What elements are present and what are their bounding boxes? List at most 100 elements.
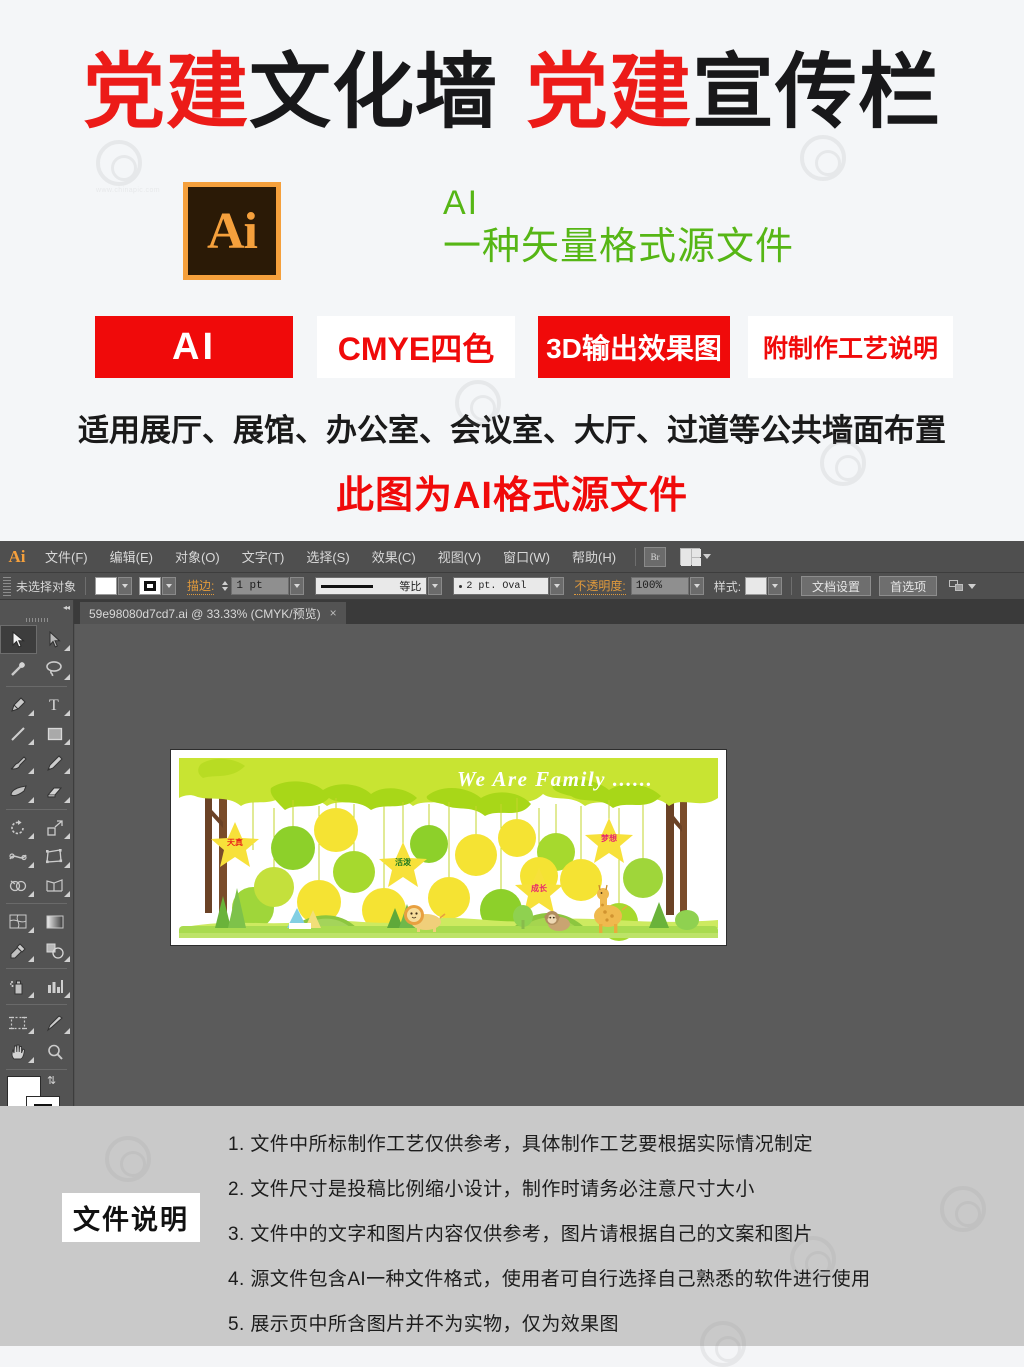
opacity-dropdown[interactable]	[689, 577, 704, 595]
star-label-4: 梦想	[600, 833, 617, 843]
shape-builder-tool[interactable]	[0, 871, 37, 900]
line-segment-tool[interactable]	[0, 719, 37, 748]
fill-dropdown[interactable]	[118, 577, 133, 595]
selection-tool[interactable]	[0, 625, 37, 654]
opacity-label[interactable]: 不透明度:	[574, 577, 626, 595]
stroke-profile-select[interactable]: 等比	[315, 577, 428, 595]
document-setup-button[interactable]: 文档设置	[801, 576, 872, 596]
menu-type[interactable]: 文字(T)	[231, 541, 296, 573]
lasso-tool[interactable]	[37, 654, 74, 683]
file-notes-list: 1. 文件中所标制作工艺仅供参考，具体制作工艺要根据实际情况制定 2. 文件尺寸…	[228, 1122, 988, 1347]
mesh-tool[interactable]	[0, 907, 37, 936]
tools-group-symbols	[0, 972, 73, 1001]
note-item: 2. 文件尺寸是投稿比例缩小设计，制作时请务必注意尺寸大小	[228, 1179, 755, 1200]
menu-select[interactable]: 选择(S)	[295, 541, 360, 573]
opacity-input[interactable]: 100%	[630, 577, 689, 595]
tools-panel: ◂◂ T ⇅	[0, 600, 74, 1192]
arrange-documents-button[interactable]	[680, 548, 712, 566]
graphic-style-dropdown[interactable]	[768, 577, 783, 595]
artboard-tool[interactable]	[0, 1008, 37, 1037]
tools-panel-grip[interactable]	[0, 614, 73, 625]
badge-ai: AI	[95, 316, 293, 378]
eyedropper-tool[interactable]	[0, 936, 37, 965]
stroke-weight-stepper[interactable]	[219, 577, 230, 595]
promo-subtitle: 适用展厅、展馆、办公室、会议室、大厅、过道等公共墙面布置	[78, 413, 946, 448]
direct-selection-tool[interactable]	[37, 625, 74, 654]
column-graph-tool[interactable]	[37, 972, 74, 1001]
pen-tool[interactable]	[0, 690, 37, 719]
control-bar-grip[interactable]	[3, 576, 11, 596]
file-notes-section: 文件说明 1. 文件中所标制作工艺仅供参考，具体制作工艺要根据实际情况制定 2.…	[0, 1106, 1024, 1367]
document-tab[interactable]: 59e98080d7cd7.ai @ 33.33% (CMYK/预览) ×	[80, 602, 346, 624]
close-icon[interactable]: ×	[330, 606, 337, 620]
brush-definition-value: 2 pt. Oval	[466, 580, 527, 592]
tools-panel-collapse[interactable]: ◂◂	[0, 600, 73, 614]
tools-group-transform	[0, 813, 73, 900]
graphic-style-swatch[interactable]	[745, 577, 768, 595]
control-bar: 未选择对象 描边: 1 pt 等比 2 pt. Oval 不透明度: 100% …	[0, 573, 1024, 600]
perspective-grid-tool[interactable]	[37, 871, 74, 900]
eraser-tool[interactable]	[37, 777, 74, 806]
divider	[6, 809, 67, 810]
file-notes-label: 文件说明	[62, 1193, 200, 1242]
format-description-line2: 一种矢量格式源文件	[443, 226, 795, 268]
rectangle-tool[interactable]	[37, 719, 74, 748]
menu-window[interactable]: 窗口(W)	[492, 541, 561, 573]
brush-definition-select[interactable]: 2 pt. Oval	[453, 577, 550, 595]
menu-file[interactable]: 文件(F)	[34, 541, 99, 573]
tools-group-selection	[0, 625, 73, 683]
svg-text:T: T	[49, 697, 59, 713]
symbol-sprayer-tool[interactable]	[0, 972, 37, 1001]
menu-edit[interactable]: 编辑(E)	[99, 541, 164, 573]
app-logo-icon: Ai	[8, 546, 26, 566]
zoom-tool[interactable]	[37, 1037, 74, 1066]
stroke-weight-dropdown[interactable]	[290, 577, 305, 595]
bridge-button[interactable]: Br	[644, 546, 667, 567]
menu-view[interactable]: 视图(V)	[427, 541, 492, 573]
hand-tool[interactable]	[0, 1037, 37, 1066]
transform-panel-button[interactable]	[949, 579, 977, 593]
rotate-tool[interactable]	[0, 813, 37, 842]
width-tool[interactable]	[0, 842, 37, 871]
star-label-3: 成长	[531, 883, 548, 893]
blend-tool[interactable]	[37, 936, 74, 965]
stroke-weight-input[interactable]: 1 pt	[231, 577, 290, 595]
title-part-1: 党建	[82, 47, 249, 138]
fill-color-control[interactable]	[95, 577, 133, 595]
fill-swatch[interactable]	[95, 577, 118, 595]
stroke-weight-label[interactable]: 描边:	[187, 577, 215, 595]
swap-fill-stroke-icon[interactable]: ⇅	[47, 1074, 56, 1087]
blob-brush-tool[interactable]	[0, 777, 37, 806]
brush-definition-dropdown[interactable]	[550, 577, 565, 595]
transform-icon	[949, 579, 964, 593]
slice-tool[interactable]	[37, 1008, 74, 1037]
format-description: AI 一种矢量格式源文件	[443, 183, 794, 271]
tools-group-paint	[0, 907, 73, 965]
star-label-2: 活泼	[395, 857, 412, 867]
scale-tool[interactable]	[37, 813, 74, 842]
free-transform-tool[interactable]	[37, 842, 74, 871]
artboard[interactable]: We Are Family ...... 天真 活泼 成长 梦想	[171, 750, 726, 945]
gradient-tool[interactable]	[37, 907, 74, 936]
pencil-tool[interactable]	[37, 748, 74, 777]
stroke-swatch[interactable]	[139, 577, 162, 595]
stroke-dropdown[interactable]	[162, 577, 177, 595]
menu-object[interactable]: 对象(O)	[164, 541, 231, 573]
preferences-button[interactable]: 首选项	[879, 576, 938, 596]
type-tool[interactable]: T	[37, 690, 74, 719]
divider	[6, 903, 67, 904]
tools-group-view	[0, 1008, 73, 1066]
stroke-profile-dropdown[interactable]	[428, 577, 443, 595]
page-title: 党建文化墙 党建宣传栏	[0, 38, 1024, 148]
format-description-line1: AI	[443, 184, 480, 222]
title-part-4: 宣传栏	[692, 47, 942, 138]
menu-help[interactable]: 帮助(H)	[561, 541, 627, 573]
paintbrush-tool[interactable]	[0, 748, 37, 777]
stroke-color-control[interactable]	[139, 577, 177, 595]
divider	[6, 686, 67, 687]
menu-effect[interactable]: 效果(C)	[361, 541, 427, 573]
divider	[85, 577, 87, 595]
magic-wand-tool[interactable]	[0, 654, 37, 683]
note-item: 1. 文件中所标制作工艺仅供参考，具体制作工艺要根据实际情况制定	[228, 1134, 813, 1155]
canvas[interactable]: We Are Family ...... 天真 活泼 成长 梦想	[75, 624, 1024, 1106]
